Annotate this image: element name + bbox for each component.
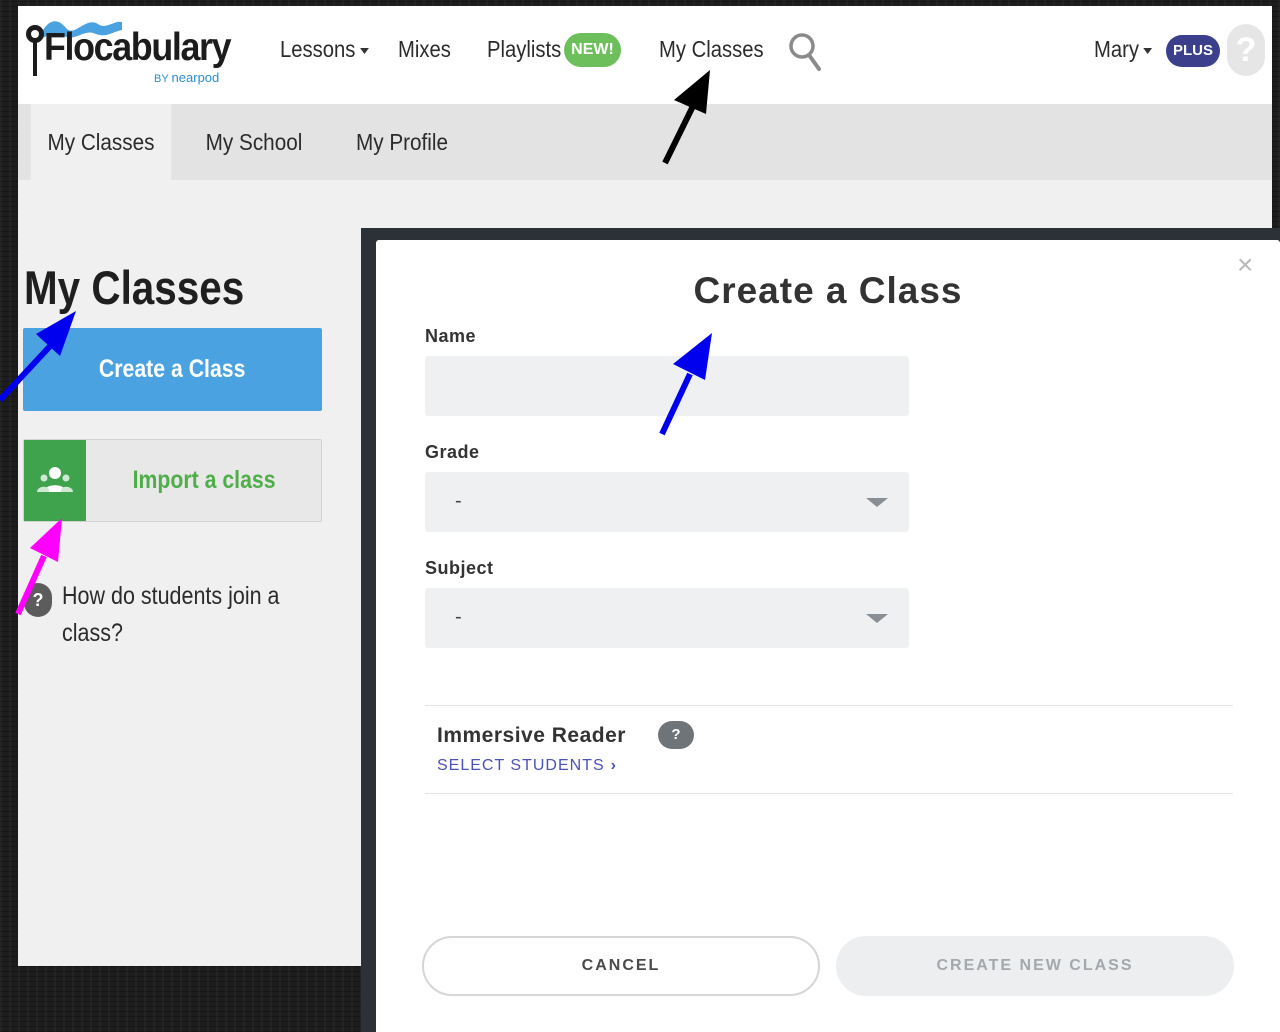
divider xyxy=(425,705,1233,706)
chevron-down-icon xyxy=(866,498,888,507)
nav-mixes[interactable]: Mixes xyxy=(398,36,451,63)
create-new-class-button[interactable]: CREATE NEW CLASS xyxy=(836,936,1234,996)
import-class-text: Import a class xyxy=(132,466,276,494)
import-class-button[interactable]: Import a class xyxy=(23,439,322,522)
help-icon[interactable]: ? xyxy=(658,721,694,749)
flocabulary-logo[interactable]: Flocabulary BY nearpod xyxy=(22,12,234,85)
create-class-label: Create a Class xyxy=(99,355,246,383)
google-classroom-icon xyxy=(24,440,86,521)
how-students-join-text: How do students join a class? xyxy=(62,582,280,647)
tab-my-school[interactable]: My School xyxy=(196,104,311,180)
nav-lessons[interactable]: Lessons xyxy=(280,36,369,63)
grade-label: Grade xyxy=(425,442,480,462)
logo-byline: BY nearpod xyxy=(154,70,219,85)
search-icon[interactable] xyxy=(788,30,822,72)
logo-partner-text: nearpod xyxy=(171,70,220,85)
create-class-modal: × Create a Class Name Grade - Subject - … xyxy=(376,240,1280,1032)
logo-wordmark: Flocabulary xyxy=(44,26,232,69)
logo-by-text: BY xyxy=(154,73,169,85)
subject-value: - xyxy=(455,606,462,628)
top-navigation: Flocabulary BY nearpod Lessons Mixes Pla… xyxy=(18,6,1272,104)
microphone-icon xyxy=(26,25,44,76)
chevron-right-icon: › xyxy=(610,757,617,774)
grade-select[interactable]: - xyxy=(425,472,909,532)
subject-select[interactable]: - xyxy=(425,588,909,648)
divider xyxy=(425,793,1233,794)
help-icon[interactable]: ? xyxy=(1227,24,1265,76)
page-title: My Classes xyxy=(24,261,245,314)
import-class-label: Import a class xyxy=(86,440,322,521)
modal-title: Create a Class xyxy=(693,270,963,311)
nav-playlists[interactable]: Playlists xyxy=(487,36,561,63)
class-name-input[interactable] xyxy=(425,356,909,416)
new-badge: NEW! xyxy=(564,33,621,67)
plus-badge[interactable]: PLUS xyxy=(1166,35,1220,67)
classroom-people-icon xyxy=(37,467,73,492)
select-students-link[interactable]: SELECT STUDENTS › xyxy=(437,757,617,775)
name-label: Name xyxy=(425,326,477,346)
select-students-label: SELECT STUDENTS xyxy=(437,757,605,774)
create-class-button[interactable]: Create a Class xyxy=(23,328,322,411)
chevron-down-icon xyxy=(359,47,369,54)
chevron-down-icon xyxy=(866,614,888,623)
chevron-down-icon xyxy=(1143,47,1153,54)
nav-lessons-label: Lessons xyxy=(280,36,356,62)
immersive-reader-title: Immersive Reader xyxy=(437,724,626,747)
tab-my-classes[interactable]: My Classes xyxy=(30,104,172,180)
user-name: Mary xyxy=(1094,36,1139,62)
nav-my-classes[interactable]: My Classes xyxy=(659,36,764,63)
question-icon: ? xyxy=(24,583,52,617)
cancel-button[interactable]: CANCEL xyxy=(422,936,820,996)
grade-value: - xyxy=(455,490,462,512)
subject-label: Subject xyxy=(425,558,494,578)
tab-my-profile[interactable]: My Profile xyxy=(346,104,458,180)
sub-navigation: My Classes My School My Profile xyxy=(18,104,1272,180)
user-menu[interactable]: Mary xyxy=(1094,36,1153,63)
